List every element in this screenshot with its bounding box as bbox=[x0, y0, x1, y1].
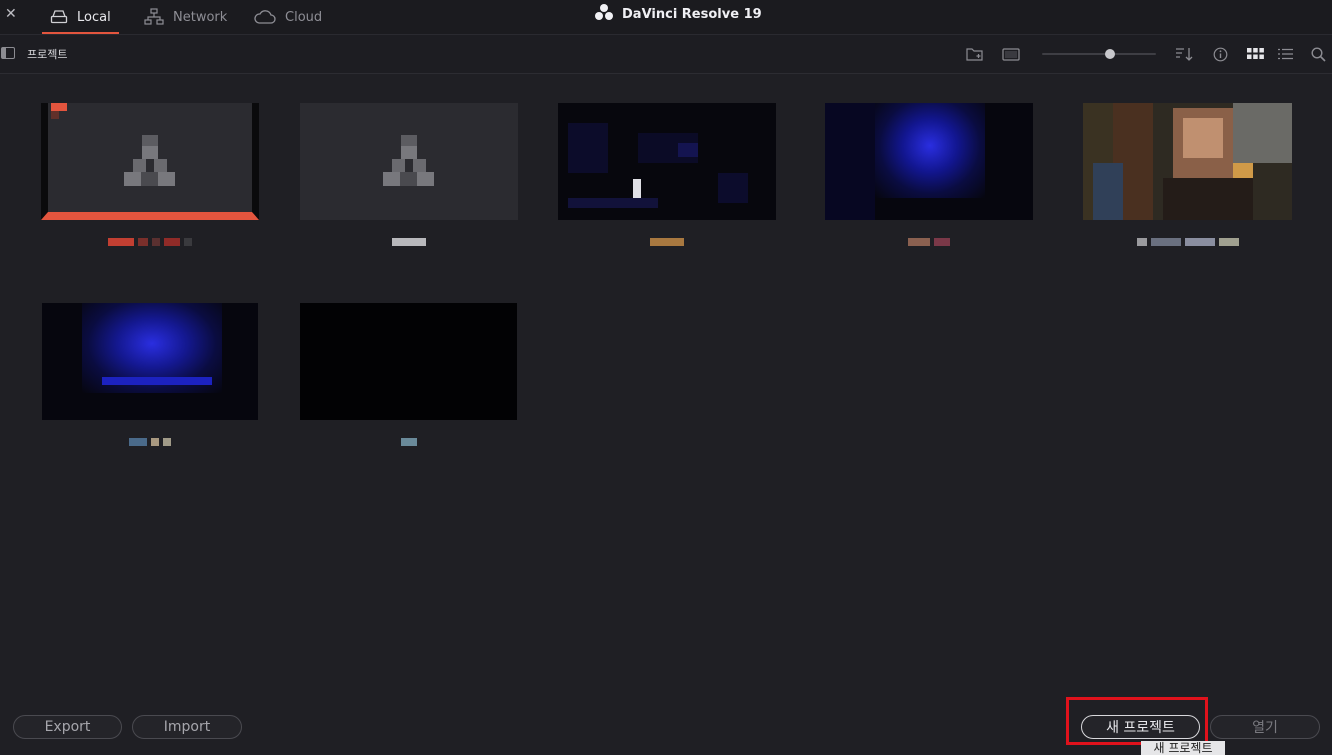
thumbnail-view-icon[interactable] bbox=[1002, 46, 1020, 62]
panel-toggle-icon[interactable] bbox=[1, 47, 15, 59]
project-name-blurred bbox=[300, 435, 517, 449]
zoom-slider-track[interactable] bbox=[1042, 53, 1156, 55]
project-name-blurred bbox=[825, 235, 1033, 249]
tab-cloud[interactable]: Cloud bbox=[254, 0, 322, 34]
breadcrumb: 프로젝트 bbox=[27, 48, 68, 61]
tab-label: Cloud bbox=[285, 9, 323, 25]
project-toolbar: 프로젝트 bbox=[0, 35, 1332, 74]
app-title-text: DaVinci Resolve 19 bbox=[622, 6, 762, 22]
grid-view-icon[interactable] bbox=[1246, 46, 1264, 62]
info-icon[interactable] bbox=[1211, 46, 1229, 62]
project-name-blurred bbox=[558, 235, 776, 249]
project-card[interactable] bbox=[1083, 103, 1292, 246]
project-card[interactable] bbox=[41, 103, 259, 246]
davinci-logo-icon bbox=[594, 3, 614, 25]
list-view-icon[interactable] bbox=[1276, 46, 1294, 62]
app-title: DaVinci Resolve 19 bbox=[594, 0, 762, 28]
open-button[interactable]: 열기 bbox=[1210, 715, 1320, 739]
project-card[interactable] bbox=[300, 103, 518, 246]
tab-label: Network bbox=[173, 9, 228, 25]
resolve-placeholder-icon bbox=[124, 135, 175, 186]
network-icon bbox=[144, 8, 164, 26]
project-thumbnail bbox=[42, 303, 258, 420]
project-thumbnail bbox=[300, 103, 518, 220]
close-icon[interactable]: ✕ bbox=[5, 6, 17, 22]
local-drive-icon bbox=[50, 9, 68, 25]
project-name-blurred bbox=[41, 235, 259, 249]
project-name-blurred bbox=[1083, 235, 1292, 249]
tab-local[interactable]: Local bbox=[42, 0, 119, 34]
project-name-blurred bbox=[42, 435, 258, 449]
project-card[interactable] bbox=[42, 303, 258, 446]
project-card[interactable] bbox=[825, 103, 1033, 246]
resolve-placeholder-icon bbox=[383, 135, 434, 186]
tab-network[interactable]: Network bbox=[144, 0, 227, 34]
tab-label: Local bbox=[77, 9, 111, 25]
new-folder-icon[interactable] bbox=[966, 46, 984, 62]
project-card[interactable] bbox=[300, 303, 517, 446]
project-name-blurred bbox=[300, 235, 518, 249]
project-thumbnail bbox=[558, 103, 776, 220]
export-button[interactable]: Export bbox=[13, 715, 122, 739]
project-card[interactable] bbox=[558, 103, 776, 246]
cloud-icon bbox=[254, 9, 276, 25]
top-bar: ✕ Local Network Cloud DaVinci Resolve 19 bbox=[0, 0, 1332, 35]
sort-icon[interactable] bbox=[1175, 46, 1193, 62]
project-thumbnail bbox=[825, 103, 1033, 220]
zoom-slider-handle[interactable] bbox=[1105, 49, 1115, 59]
search-icon[interactable] bbox=[1309, 46, 1327, 62]
project-thumbnail bbox=[41, 103, 259, 220]
import-button[interactable]: Import bbox=[132, 715, 242, 739]
annotation-highlight-box bbox=[1066, 697, 1208, 745]
project-thumbnail bbox=[300, 303, 517, 420]
project-thumbnail bbox=[1083, 103, 1292, 220]
